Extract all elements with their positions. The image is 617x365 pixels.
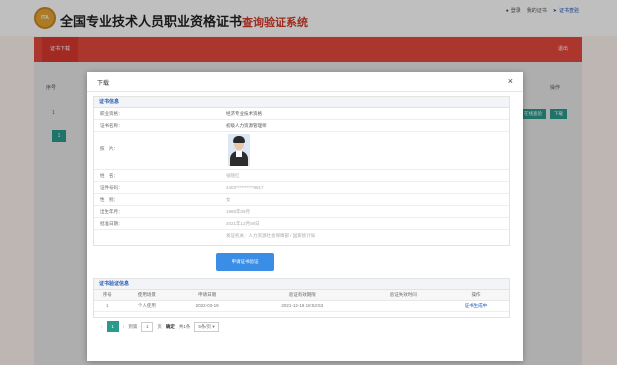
info-row: 发证机关：人力资源社会保障部 / 国家统计局 [94, 230, 509, 242]
prev-page-icon[interactable]: ‹ [101, 324, 103, 330]
info-key: 性 别： [100, 197, 118, 202]
verify-record-heading: 证书验证信息 [94, 279, 509, 290]
table-cell [363, 300, 443, 312]
info-key: 证书名称： [100, 123, 123, 128]
current-page-button[interactable]: 1 [106, 321, 119, 332]
info-row: 职业资格： 经济专业技术资格 [94, 108, 509, 120]
info-value: 4403**********8917 [226, 185, 264, 190]
info-value: 经济专业技术资格 [226, 111, 262, 116]
column-header: 序号 [94, 290, 121, 301]
table-cell: 1 [94, 300, 121, 312]
info-row: 出生年月： 1988年09月 [94, 206, 509, 218]
modal-title: 下载 [97, 81, 110, 87]
column-header: 验证失效时间 [363, 290, 443, 301]
apply-verify-button[interactable]: 申请证书验证 [216, 253, 274, 271]
chevron-down-icon: ▾ [212, 323, 215, 329]
info-value: 发证机关：人力资源社会保障部 / 国家统计局 [226, 233, 316, 238]
cert-info-heading: 证书信息 [94, 97, 509, 108]
info-key: 出生年月： [100, 209, 123, 214]
info-value: 张晓红 [226, 173, 240, 178]
info-key: 证件号码： [100, 185, 123, 190]
table-cell: 2021-12-18 18:53:53 [240, 300, 364, 312]
column-header: 操作 [442, 290, 509, 301]
column-header: 申请日期 [173, 290, 241, 301]
table-row: 1 个人使用 2022-03-19 2021-12-18 18:53:53 证书… [94, 300, 509, 312]
info-key: 批准日期： [100, 221, 123, 226]
info-row: 证书名称： 初级人力资源管理师 [94, 120, 509, 132]
photo-label: 照 片： [100, 146, 118, 151]
info-row: 姓 名： 张晓红 [94, 170, 509, 182]
info-row: 证件号码： 4403**********8917 [94, 182, 509, 194]
column-header: 验证有效期限 [240, 290, 364, 301]
id-photo [228, 134, 250, 166]
photo-row: 照 片： [94, 132, 509, 170]
modal-header: 下载 × [87, 72, 523, 92]
info-row: 性 别： 女 [94, 194, 509, 206]
info-key: 职业资格： [100, 111, 123, 116]
info-key: 姓 名： [100, 173, 118, 178]
confirm-button[interactable]: 确定 [166, 324, 175, 330]
total-count: 共1条 [178, 323, 191, 329]
info-value: 2021年12月08日 [226, 221, 260, 226]
column-header: 使用场景 [120, 290, 174, 301]
page-unit-label: 页 [157, 323, 162, 329]
next-page-icon[interactable]: › [123, 324, 125, 330]
info-row: 批准日期： 2021年12月08日 [94, 218, 509, 230]
info-value: 1988年09月 [226, 209, 251, 214]
cert-info-section: 证书信息 职业资格： 经济专业技术资格 证书名称： 初级人力资源管理师 照 片：… [93, 96, 510, 246]
info-value: 初级人力资源管理师 [226, 123, 267, 128]
table-cell: 2022-03-19 [173, 300, 241, 312]
page-size-select[interactable]: 5条/页 ▾ [194, 321, 219, 332]
goto-page-input[interactable]: 1 [141, 321, 154, 332]
table-cell: 个人使用 [120, 300, 174, 312]
status-link[interactable]: 证书生成中 [442, 300, 509, 312]
close-icon[interactable]: × [508, 76, 513, 86]
verify-record-table: 序号 使用场景 申请日期 验证有效期限 验证失效时间 操作 1 个人使用 202… [94, 290, 509, 312]
info-value: 女 [226, 197, 231, 202]
goto-label: 到第 [128, 323, 138, 329]
page-size-value: 5条/页 [198, 323, 212, 329]
pagination: ‹ 1 › 到第 1 页 确定 共1条 5条/页 ▾ [101, 321, 219, 332]
verify-record-section: 证书验证信息 序号 使用场景 申请日期 验证有效期限 验证失效时间 操作 1 个… [93, 278, 510, 318]
